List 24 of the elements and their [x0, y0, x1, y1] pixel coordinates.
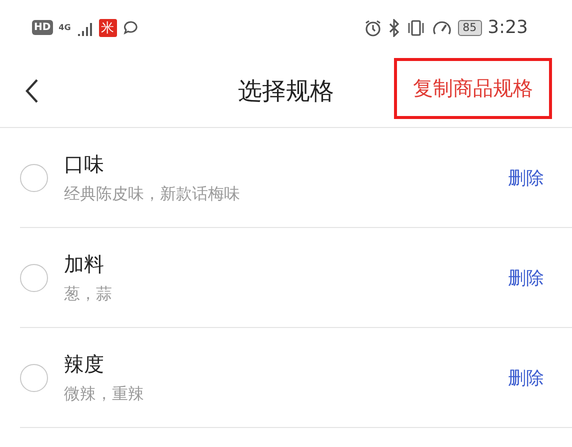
- vibrate-icon: [406, 18, 426, 36]
- radio-button[interactable]: [20, 264, 48, 292]
- spec-name: 口味: [64, 150, 105, 178]
- spec-name: 辣度: [64, 350, 105, 378]
- battery-indicator: 85: [458, 20, 482, 36]
- spec-options: 微辣，重辣: [64, 384, 504, 404]
- hd-badge: HD: [32, 20, 53, 35]
- speedometer-icon: [432, 18, 452, 36]
- delete-button[interactable]: 删除: [504, 262, 548, 294]
- copy-specs-button[interactable]: 复制商品规格: [394, 58, 552, 118]
- page-title: 选择规格: [238, 76, 334, 107]
- network-label: 4G: [58, 24, 71, 32]
- radio-button[interactable]: [20, 164, 48, 192]
- clock-time: 3:23: [488, 17, 528, 38]
- delete-button[interactable]: 删除: [504, 162, 548, 194]
- radio-button[interactable]: [20, 364, 48, 392]
- spec-options: 葱，蒜: [64, 284, 504, 304]
- app-icon: 米: [98, 18, 117, 36]
- back-icon: [24, 78, 40, 104]
- alarm-icon: [364, 18, 382, 36]
- spec-name: 加料: [64, 250, 105, 278]
- spec-options: 经典陈皮味，新款话梅味: [64, 184, 504, 204]
- delete-button[interactable]: 删除: [504, 362, 548, 394]
- bluetooth-icon: [388, 18, 400, 36]
